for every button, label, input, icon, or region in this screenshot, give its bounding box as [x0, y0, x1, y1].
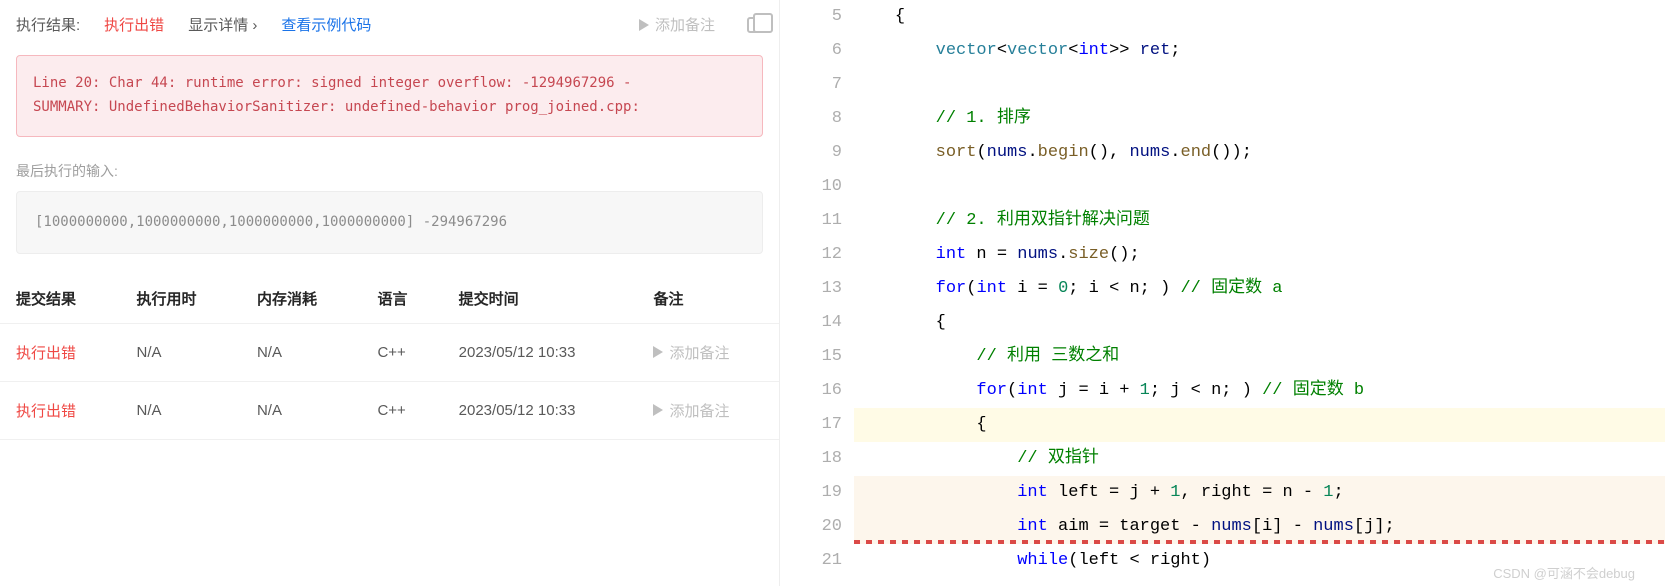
add-note-button[interactable]: 添加备注	[639, 14, 715, 35]
add-note-cell[interactable]: 添加备注	[637, 323, 779, 381]
code-line[interactable]: // 利用 三数之和	[854, 340, 1665, 374]
last-input-label: 最后执行的输入:	[0, 153, 779, 191]
copy-icon[interactable]	[747, 17, 763, 33]
code-line[interactable]	[854, 170, 1665, 204]
code-line[interactable]: {	[854, 306, 1665, 340]
flag-icon	[639, 19, 649, 31]
code-editor[interactable]: { vector<vector<int>> ret; // 1. 排序 sort…	[850, 0, 1665, 586]
result-tabs: 执行结果: 执行出错 显示详情 › 查看示例代码 添加备注	[0, 0, 779, 45]
tab-sample-code[interactable]: 查看示例代码	[281, 14, 371, 35]
code-line[interactable]: for(int j = i + 1; j < n; ) // 固定数 b	[854, 374, 1665, 408]
code-line[interactable]: {	[854, 0, 1665, 34]
last-input: [1000000000,1000000000,1000000000,100000…	[16, 191, 763, 254]
code-line[interactable]: int n = nums.size();	[854, 238, 1665, 272]
col-header: 内存消耗	[241, 274, 361, 324]
error-message: Line 20: Char 44: runtime error: signed …	[16, 55, 763, 137]
code-gutter: 56789101112131415161718192021	[780, 0, 850, 586]
code-line[interactable]: // 双指针	[854, 442, 1665, 476]
col-header: 提交时间	[443, 274, 638, 324]
col-header: 备注	[637, 274, 779, 324]
code-line[interactable]: {	[854, 408, 1665, 442]
code-line[interactable]	[854, 68, 1665, 102]
code-line[interactable]: sort(nums.begin(), nums.end());	[854, 136, 1665, 170]
code-line[interactable]: int aim = target - nums[i] - nums[j];	[854, 510, 1665, 544]
col-header: 提交结果	[0, 274, 120, 324]
code-line[interactable]: // 2. 利用双指针解决问题	[854, 204, 1665, 238]
code-line[interactable]: for(int i = 0; i < n; ) // 固定数 a	[854, 272, 1665, 306]
col-header: 执行用时	[120, 274, 240, 324]
col-header: 语言	[361, 274, 442, 324]
watermark: CSDN @可涵不会debug	[1493, 563, 1635, 582]
flag-icon	[653, 404, 663, 416]
table-row[interactable]: 执行出错N/AN/AC++2023/05/12 10:33添加备注	[0, 323, 779, 381]
submission-table: 提交结果执行用时内存消耗语言提交时间备注 执行出错N/AN/AC++2023/0…	[0, 274, 779, 440]
tab-detail[interactable]: 显示详情 ›	[188, 14, 257, 35]
add-note-cell[interactable]: 添加备注	[637, 381, 779, 439]
code-line[interactable]: vector<vector<int>> ret;	[854, 34, 1665, 68]
result-label: 执行结果:	[16, 14, 80, 35]
flag-icon	[653, 346, 663, 358]
code-line[interactable]: int left = j + 1, right = n - 1;	[854, 476, 1665, 510]
tab-error[interactable]: 执行出错	[104, 14, 164, 35]
table-row[interactable]: 执行出错N/AN/AC++2023/05/12 10:33添加备注	[0, 381, 779, 439]
code-line[interactable]: // 1. 排序	[854, 102, 1665, 136]
